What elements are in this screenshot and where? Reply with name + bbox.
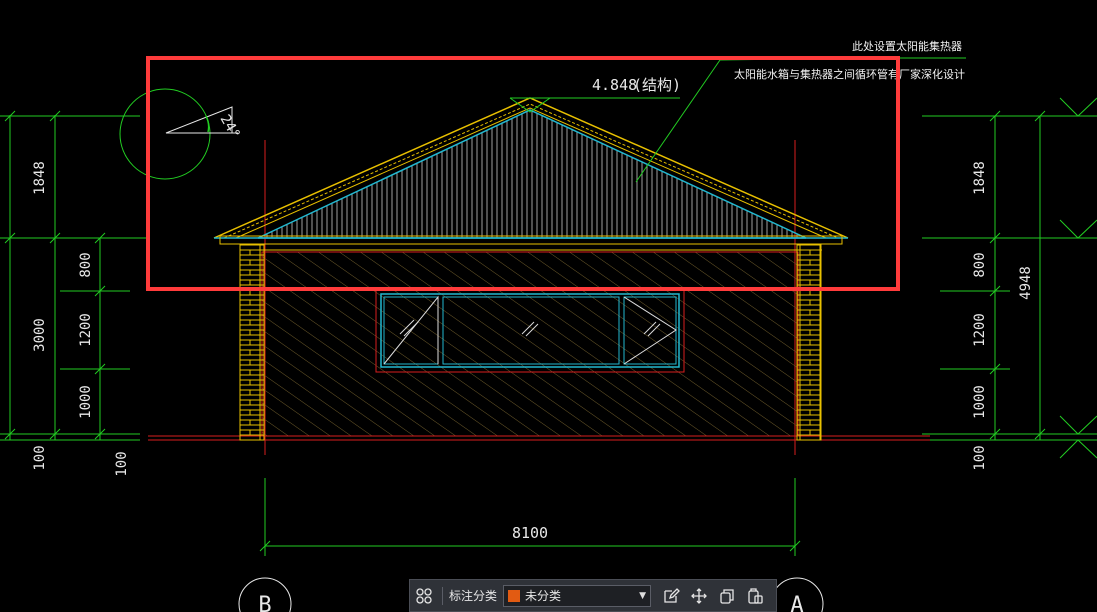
right-dim-1000: 1000 [972,385,988,419]
move-icon[interactable] [685,582,713,610]
slope-label: 24° [217,112,244,142]
left-dim-1848: 1848 [32,161,48,195]
overall-width: 8100 [512,524,548,542]
axis-label-a: A [790,593,803,612]
left-brick-pier [239,243,265,441]
grid-icon[interactable] [410,582,438,610]
toolbar-divider [442,586,443,605]
right-dim-1200: 1200 [972,313,988,347]
ridge-elevation-note: (结构) [633,76,681,94]
right-dimension-lines [922,97,1097,459]
solar-pipe-note: 太阳能水箱与集热器之间循环管有厂家深化设计 [734,67,965,81]
wall-body [261,251,799,437]
left-dimension-lines [0,110,150,441]
right-dim-800: 800 [972,252,988,277]
annotation-toolbar: 标注分类 未分类 ▼ [409,579,777,612]
category-select[interactable]: 未分类 ▼ [503,584,652,607]
category-label: 标注分类 [449,589,498,603]
right-dim-1848: 1848 [972,161,988,195]
left-dim-800: 800 [78,252,94,277]
left-dim-100-b: 100 [114,451,130,476]
right-dim-100: 100 [972,445,988,470]
slope-symbol [119,88,238,180]
solar-collector-note: 此处设置太阳能集热器 [852,39,962,53]
paste-icon[interactable] [741,582,769,610]
axis-label-b: B [258,593,271,612]
chevron-down-icon: ▼ [639,590,647,601]
right-brick-pier [796,243,822,441]
category-color-swatch [508,589,521,602]
width-dimension-lines [259,478,801,556]
ridge-elevation: 4.848 [592,76,637,94]
roof [213,97,849,251]
edit-icon[interactable] [657,582,685,610]
left-dim-100-a: 100 [32,445,48,470]
left-dim-1000: 1000 [78,385,94,419]
category-value: 未分类 [525,589,562,603]
cad-canvas[interactable]: 1848 3000 800 1200 1000 100 100 1848 800… [0,0,1097,612]
right-dim-4948: 4948 [1018,266,1034,300]
copy-icon[interactable] [713,582,741,610]
left-dim-1200: 1200 [78,313,94,347]
left-dim-3000: 3000 [32,318,48,352]
